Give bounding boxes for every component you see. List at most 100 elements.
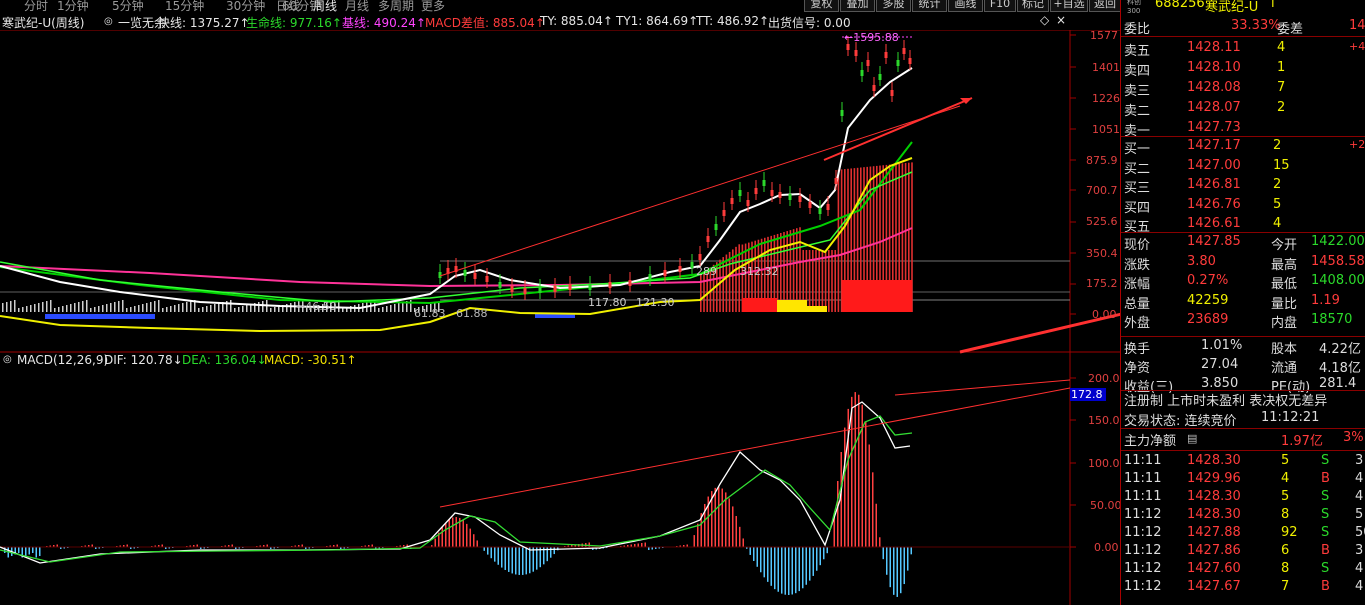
macd-bar xyxy=(693,535,695,547)
macd-bar xyxy=(879,537,881,547)
candle-body xyxy=(866,60,870,66)
macd-bar xyxy=(896,547,898,597)
base-tick xyxy=(126,308,128,312)
ask-price: 1428.07 xyxy=(1187,100,1241,115)
macd-bar xyxy=(497,547,499,565)
list-icon[interactable]: ▤ xyxy=(1187,432,1197,445)
ty-value: TY: 885.04↑ xyxy=(540,14,613,28)
nav-more[interactable]: 更多 xyxy=(421,0,445,12)
nav-weekly[interactable]: 周线 xyxy=(313,0,337,12)
histogram-bar xyxy=(700,275,702,312)
quote-row: 涨幅 0.27% 最低 1408.00 xyxy=(1121,271,1365,292)
nav-15min[interactable]: 15分钟 xyxy=(165,0,204,12)
candle-body xyxy=(746,200,750,206)
mark-button[interactable]: 标记 xyxy=(1017,0,1049,12)
draw-line-button[interactable]: 画线 xyxy=(948,0,983,12)
ask-price: 1428.10 xyxy=(1187,60,1241,75)
tick-count: 4 xyxy=(1355,471,1364,486)
tick-row: 11:12 1427.67 7 B 4 xyxy=(1121,577,1365,597)
tick-price: 1427.60 xyxy=(1187,561,1241,576)
macd-bar xyxy=(588,542,590,547)
nav-monthly[interactable]: 月线 xyxy=(345,0,369,12)
nav-30min[interactable]: 30分钟 xyxy=(226,0,265,12)
base-tick xyxy=(270,308,272,312)
tick-row: 11:11 1428.30 5 S 3 xyxy=(1121,451,1365,471)
macd-bar xyxy=(809,547,811,581)
macd-bar xyxy=(494,547,496,562)
candle-body xyxy=(628,280,632,286)
chart-canvas[interactable] xyxy=(0,30,1120,605)
quote-value2: 1458.58 xyxy=(1311,253,1365,269)
base-tick xyxy=(102,305,104,312)
macd-bar xyxy=(522,547,524,575)
nav-5min[interactable]: 5分钟 xyxy=(112,0,144,12)
quote-row: 现价 1427.85 今开 1422.00 xyxy=(1121,232,1365,253)
nav-fenshi[interactable]: 分时 xyxy=(24,0,48,12)
quote-value: 0.27% xyxy=(1187,273,1229,288)
nav-1min[interactable]: 1分钟 xyxy=(57,0,89,12)
macd-bar xyxy=(756,547,758,567)
mark-a: 61.83 xyxy=(414,307,446,320)
base-tick xyxy=(94,307,96,312)
multi-stock-button[interactable]: 多股 xyxy=(876,0,911,12)
base-tick xyxy=(246,305,248,312)
bid-price: 1426.76 xyxy=(1187,196,1241,212)
base-tick xyxy=(190,301,192,312)
bid-row: 买三 1426.81 2 xyxy=(1121,175,1365,196)
overlay-button[interactable]: 叠加 xyxy=(840,0,875,12)
candle-body xyxy=(826,204,830,210)
macd-bar xyxy=(910,547,912,555)
candle-body xyxy=(878,74,882,80)
tick-row: 11:11 1429.96 4 B 4 xyxy=(1121,469,1365,489)
main-flow-row[interactable]: 主力净额 ▤ 1.97亿 3% xyxy=(1121,428,1365,449)
macd-bar xyxy=(476,540,478,547)
ask-volume: 1 xyxy=(1277,60,1286,75)
close-icon[interactable]: × xyxy=(1056,13,1066,27)
base-tick xyxy=(138,305,140,312)
add-favorite-button[interactable]: +自选 xyxy=(1050,0,1088,12)
ask-price: 1427.73 xyxy=(1187,120,1241,135)
base-tick xyxy=(34,304,36,312)
f10-button[interactable]: F10 xyxy=(984,0,1016,12)
tick-time: 11:12 xyxy=(1124,507,1162,522)
macd-bar xyxy=(903,547,905,585)
settings-diamond-icon[interactable]: ◇ xyxy=(1040,13,1049,27)
base-tick xyxy=(214,304,216,312)
base-tick xyxy=(146,303,148,312)
stock-title: 寒武纪-U(周线) xyxy=(2,16,85,30)
macd-bar xyxy=(445,522,447,547)
info-icon[interactable]: i xyxy=(1271,0,1275,11)
macd-tick-200: 200.0 xyxy=(1088,372,1120,385)
macd-bar xyxy=(735,516,737,547)
indicator-radio-icon[interactable]: ◎ xyxy=(104,16,113,27)
bid-row: 买五 1426.61 4 xyxy=(1121,214,1365,235)
bid-row: 买四 1426.76 5 xyxy=(1121,195,1365,216)
tick-price: 1427.88 xyxy=(1187,525,1241,540)
base-tick xyxy=(90,308,92,312)
candle-body xyxy=(890,90,894,96)
quote-label: 涨跌 xyxy=(1124,257,1151,273)
base-tick xyxy=(54,308,56,312)
tick-price: 1429.96 xyxy=(1187,471,1241,486)
quote-value: 1427.85 xyxy=(1187,234,1241,249)
base-tick xyxy=(206,306,208,312)
quote-value2: 18570 xyxy=(1311,312,1353,327)
macd-name[interactable]: MACD(12,26,9) xyxy=(17,353,108,367)
nav-daily[interactable]: 日线 xyxy=(276,0,300,12)
main-chart-header: 寒武纪-U(周线) ◎ 一览无余 快线: 1375.27↑ 生命线: 977.1… xyxy=(0,13,1070,30)
candle-body xyxy=(485,276,489,282)
fuquan-button[interactable]: 复权 xyxy=(804,0,839,12)
back-button[interactable]: 返回 xyxy=(1089,0,1121,12)
life-line-value: 生命线: 977.16↑ xyxy=(246,16,342,30)
tick-time: 11:11 xyxy=(1124,471,1162,486)
nav-multi-period[interactable]: 多周期 xyxy=(378,0,414,12)
macd-radio-icon[interactable]: ◎ xyxy=(3,354,12,365)
bid-label: 买二 xyxy=(1124,161,1151,177)
weicha-label: 委差 xyxy=(1277,22,1304,37)
macd-bar xyxy=(798,547,800,592)
macd-bar xyxy=(452,517,454,547)
stats-button[interactable]: 统计 xyxy=(912,0,947,12)
tick-direction: B xyxy=(1321,543,1330,558)
quote-value2: 1.19 xyxy=(1311,292,1340,308)
macd-bar xyxy=(644,542,646,547)
